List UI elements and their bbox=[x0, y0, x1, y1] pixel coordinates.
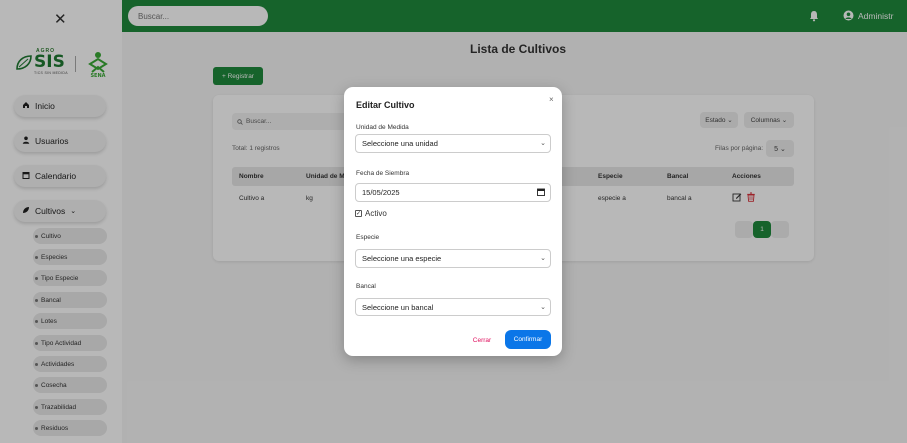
chevron-down-icon: ⌄ bbox=[540, 304, 546, 311]
checkbox-box[interactable]: ✓ bbox=[355, 210, 362, 217]
cerrar-button[interactable]: Cerrar bbox=[467, 331, 497, 349]
chevron-down-icon: ⌄ bbox=[540, 140, 546, 147]
bancal-value: Seleccione un bancal bbox=[362, 302, 434, 312]
especie-label: Especie bbox=[356, 234, 380, 241]
especie-select[interactable]: Seleccione una especie ⌄ bbox=[355, 249, 551, 268]
unidad-select[interactable]: Seleccione una unidad ⌄ bbox=[355, 134, 551, 153]
fecha-value: 15/05/2025 bbox=[362, 188, 400, 197]
especie-value: Seleccione una especie bbox=[362, 254, 442, 263]
activo-label: Activo bbox=[365, 209, 387, 218]
fecha-input[interactable]: 15/05/2025 bbox=[355, 183, 551, 202]
activo-checkbox[interactable]: ✓ Activo bbox=[355, 209, 387, 218]
unidad-label: Unidad de Medida bbox=[356, 124, 409, 131]
modal-title: Editar Cultivo bbox=[356, 100, 415, 110]
confirm-button[interactable]: Confirmar bbox=[505, 330, 551, 349]
unidad-value: Seleccione una unidad bbox=[362, 139, 438, 148]
bancal-select[interactable]: Seleccione un bancal ⌄ bbox=[355, 298, 551, 316]
bancal-label: Bancal bbox=[356, 283, 376, 290]
chevron-down-icon: ⌄ bbox=[540, 255, 546, 262]
modal-close-icon[interactable]: × bbox=[549, 95, 554, 104]
fecha-label: Fecha de Siembra bbox=[356, 170, 410, 177]
calendar-icon[interactable] bbox=[537, 188, 545, 196]
